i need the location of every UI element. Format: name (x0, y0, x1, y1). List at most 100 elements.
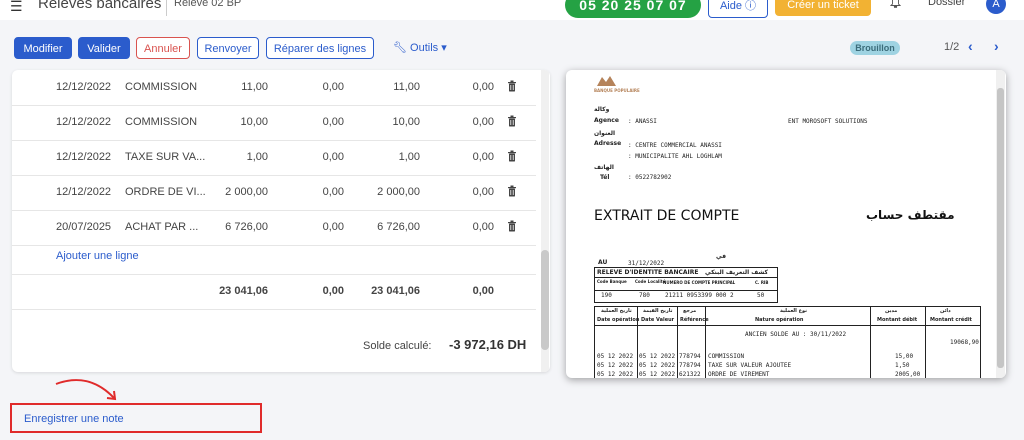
au-date: 31/12/2022 (628, 260, 665, 267)
cell-c1: 1,00 (246, 151, 268, 163)
tel-value: : 0522782902 (628, 174, 672, 181)
cle-rib: C. RIB (755, 280, 769, 285)
solde-value: -3 972,16 DH (449, 337, 527, 352)
table-row[interactable]: 20/07/2025 ACHAT PAR ... 6 726,00 0,00 6 726… (12, 210, 536, 246)
cell-c4: 0,00 (472, 81, 494, 93)
adresse-label: Adresse (594, 140, 622, 147)
col-nature: Nature opération (755, 317, 804, 323)
outils-label: Outils ▾ (410, 42, 447, 54)
code-banque: Code Banque (597, 279, 627, 284)
table-row[interactable]: 12/12/2022 COMMISSION 10,00 0,00 10,00 0,00 (12, 105, 536, 141)
rib-value-compte: 21211 0953399 000 2 (665, 292, 734, 299)
cell-c3: 6 726,00 (377, 221, 420, 233)
renvoyer-button[interactable]: Renvoyer (197, 37, 259, 59)
rib-value-localite: 780 (639, 292, 650, 299)
ops-col-line (677, 307, 678, 378)
table-row[interactable]: 12/12/2022 TAXE SUR VA... 1,00 0,00 1,00 0,00 (12, 140, 536, 176)
ops-cell-nature: COMMISSION (708, 353, 745, 360)
outils-menu[interactable]: 🔧︎ Outils ▾ (393, 41, 447, 54)
chevron-right-icon[interactable]: › (994, 38, 999, 54)
rib-divider (595, 277, 777, 278)
reparer-lignes-button[interactable]: Réparer des lignes (266, 37, 374, 59)
header-divider (166, 0, 167, 16)
trash-icon[interactable] (507, 220, 517, 232)
cell-c3: 10,00 (392, 116, 420, 128)
cell-c4: 0,00 (472, 186, 494, 198)
save-note-link[interactable]: Enregistrer une note (24, 413, 124, 425)
total-col2: 0,00 (322, 285, 344, 297)
annotation-arrow (55, 379, 117, 401)
cell-date: 12/12/2022 (56, 81, 112, 93)
num-compte: NUMERO DE COMPTE PRINCIPAL (663, 280, 736, 285)
create-ticket-button[interactable]: Créer un ticket (775, 0, 871, 16)
code-localite: Code Localité (635, 279, 666, 284)
phone-button[interactable]: 05 20 25 07 07 (565, 0, 701, 18)
rib-divider-2 (595, 290, 777, 291)
rib-value-cle: 50 (757, 292, 765, 299)
col-ar-credit: دائن (940, 308, 951, 314)
note-highlight-box: Enregistrer une note (10, 403, 262, 433)
ops-cell-d1: 05 12 2022 (597, 371, 634, 378)
client-name: ENT MOROSOFT SOLUTIONS (788, 118, 868, 125)
total-col3: 23 041,06 (371, 285, 420, 297)
trash-icon[interactable] (507, 115, 517, 127)
col-date-op: Date opération (597, 317, 640, 323)
trash-icon[interactable] (507, 150, 517, 162)
tel-label: Tél (600, 174, 610, 181)
table-row[interactable]: 12/12/2022 COMMISSION 11,00 0,00 11,00 0,00 (12, 70, 536, 106)
ops-col-line (925, 307, 926, 378)
ops-cell-d1: 05 12 2022 (597, 362, 634, 369)
ancien-solde: ANCIEN SOLDE AU : 30/11/2022 (745, 331, 847, 338)
cell-c4: 0,00 (472, 221, 494, 233)
top-bar: ☰ Relevés bancaires Relevé 02 BP 05 20 2… (0, 0, 1024, 20)
scrollbar-thumb[interactable] (541, 250, 549, 350)
cell-c2: 0,00 (322, 186, 344, 198)
table-row[interactable]: 12/12/2022 ORDRE DE VI... 2 000,00 0,00 2 00… (12, 175, 536, 211)
cell-c4: 0,00 (472, 151, 494, 163)
adresse-ar: العنوان (594, 130, 616, 137)
cell-c2: 0,00 (322, 81, 344, 93)
tel-ar: الهاتف (594, 164, 614, 171)
modifier-button[interactable]: Modifier (14, 37, 72, 59)
ops-cell-d2: 05 12 2022 (639, 362, 676, 369)
col-ar-date-val: تاريخ القيمة (643, 308, 673, 314)
rib-value-banque: 190 (601, 292, 612, 299)
trash-icon[interactable] (507, 80, 517, 92)
bell-icon[interactable] (889, 0, 902, 11)
solde-label: Solde calculé: (363, 340, 432, 352)
trash-icon[interactable] (507, 185, 517, 197)
col-ar-nature: نوع العملية (780, 308, 808, 314)
au-label: AU (598, 259, 608, 266)
document-title: EXTRAIT DE COMPTE (594, 208, 740, 224)
rib-ar: كشف التعريف البنكي (705, 269, 768, 276)
annuler-button[interactable]: Annuler (136, 37, 190, 59)
add-line-link[interactable]: Ajouter une ligne (56, 250, 139, 262)
cell-c2: 0,00 (322, 116, 344, 128)
agence-ar: وكالة (594, 106, 610, 113)
dossier-menu[interactable]: Dossier (928, 0, 965, 8)
action-toolbar: Modifier Valider Annuler Renvoyer Répare… (0, 37, 1024, 61)
bank-name: BANQUE POPULAIRE (594, 88, 640, 93)
agence-value: : ANASSI (628, 118, 657, 125)
cell-date: 12/12/2022 (56, 151, 112, 163)
status-badge: Brouillon (850, 41, 900, 55)
col-date-val: Date Valeur (641, 317, 675, 323)
help-button[interactable]: Aide ⓘ (708, 0, 768, 18)
preview-scrollbar-thumb[interactable] (997, 88, 1004, 368)
ops-cell-nature: ORDRE DE VIREMENT (708, 371, 770, 378)
cell-c4: 0,00 (472, 116, 494, 128)
wrench-icon: 🔧︎ (393, 42, 407, 54)
valider-button[interactable]: Valider (78, 37, 130, 59)
cell-c1: 2 000,00 (225, 186, 268, 198)
menu-icon[interactable]: ☰ (10, 0, 23, 15)
document-title-ar: مقتطف حساب (866, 208, 955, 222)
ancien-solde-value: 19068,90 (950, 339, 979, 346)
ops-cell-debit: 2005,00 (895, 371, 921, 378)
chevron-left-icon[interactable]: ‹ (968, 38, 973, 54)
adresse-line2: : MUNICIPALITE AHL LOGHLAM (628, 153, 722, 160)
cell-c3: 2 000,00 (377, 186, 420, 198)
cell-c3: 11,00 (393, 81, 420, 93)
ops-cell-ref: 778794 (679, 362, 701, 369)
avatar[interactable]: A (986, 0, 1006, 14)
ops-header-line (595, 325, 980, 326)
